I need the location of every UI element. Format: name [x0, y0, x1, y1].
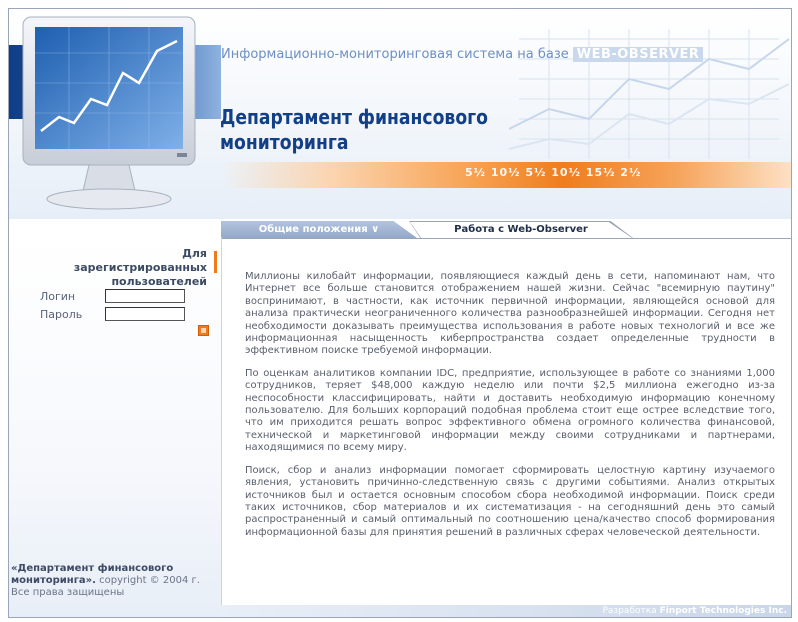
bottom-credits-bar: Разработка Finport Technologies Inc.	[221, 605, 791, 617]
credits-company[interactable]: Finport Technologies Inc.	[660, 606, 787, 616]
content-paragraph: Поиск, сбор и анализ информации помогает…	[245, 464, 775, 538]
tab-web-observer[interactable]: Работа с Web-Observer	[409, 221, 633, 238]
tab-bar: Общие положения ∨ Работа с Web-Observer	[221, 221, 791, 239]
login-label: Логин	[40, 290, 76, 303]
header-banner: Информационно-мониторинговая система на …	[9, 9, 791, 219]
sidebar: Для зарегистрированных пользователей Лог…	[9, 237, 222, 617]
tab-general[interactable]: Общие положения ∨	[221, 221, 417, 238]
main-content: Миллионы килобайт информации, появляющие…	[245, 271, 775, 549]
ticker-text: 5½ 10½ 5½ 10½ 15½ 2½	[465, 166, 642, 179]
login-submit-button[interactable]	[198, 325, 209, 336]
page-frame: Информационно-мониторинговая система на …	[8, 8, 792, 618]
password-label: Пароль	[40, 308, 83, 321]
header-subtitle: Информационно-мониторинговая система на …	[221, 47, 704, 62]
login-input[interactable]	[105, 289, 185, 303]
credits-prefix: Разработка	[602, 606, 657, 616]
password-input[interactable]	[105, 307, 185, 321]
content-paragraph: По оценкам аналитиков компании IDC, пред…	[245, 367, 775, 454]
monitor-chart-icon	[22, 16, 196, 210]
copyright-footer: «Департамент финансового мониторинга». c…	[11, 563, 217, 599]
page-title: Департамент финансового мониторинга	[220, 105, 488, 154]
subtitle-highlight: WEB-OBSERVER	[572, 47, 704, 62]
orange-marker	[214, 251, 217, 273]
content-paragraph: Миллионы килобайт информации, появляющие…	[245, 271, 775, 357]
subtitle-text: Информационно-мониторинговая система на …	[221, 47, 569, 62]
login-heading: Для зарегистрированных пользователей	[73, 247, 207, 288]
